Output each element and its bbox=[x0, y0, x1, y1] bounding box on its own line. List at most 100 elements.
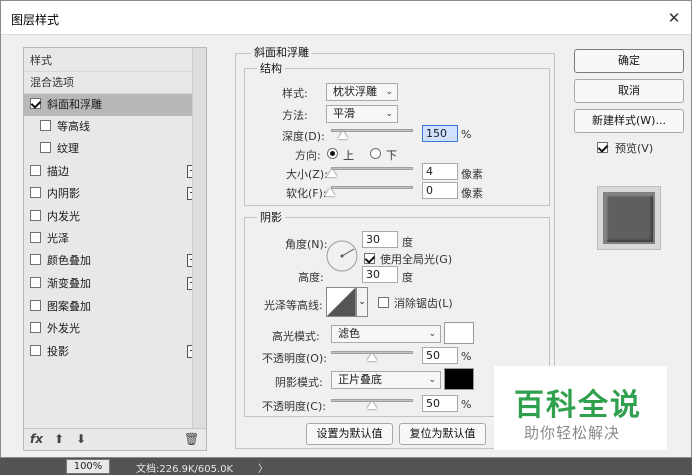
highlight-opacity-unit: % bbox=[461, 350, 472, 363]
cancel-button[interactable]: 取消 bbox=[574, 79, 684, 103]
size-slider-thumb[interactable] bbox=[327, 169, 337, 177]
style-item-pattern-overlay[interactable]: 图案叠加 bbox=[24, 296, 206, 318]
reset-default-button[interactable]: 复位为默认值 bbox=[399, 423, 486, 445]
checkbox-icon[interactable] bbox=[30, 165, 41, 176]
gloss-contour-preview[interactable] bbox=[326, 287, 356, 317]
preview-label[interactable]: 预览(V) bbox=[615, 140, 653, 156]
gloss-contour-label: 光泽等高线: bbox=[264, 299, 323, 312]
altitude-input[interactable]: 30 bbox=[362, 266, 398, 283]
checkbox-icon[interactable] bbox=[30, 300, 41, 311]
trash-icon[interactable]: 🗑 bbox=[184, 432, 199, 446]
blending-options[interactable]: 混合选项 bbox=[24, 72, 206, 94]
shadow-opacity-thumb[interactable] bbox=[367, 401, 377, 409]
style-item-label: 光泽 bbox=[47, 232, 69, 245]
style-item-gradient-overlay[interactable]: 渐变叠加 + bbox=[24, 273, 206, 295]
style-list-scrollbar[interactable] bbox=[192, 48, 206, 428]
style-item-label: 斜面和浮雕 bbox=[47, 98, 102, 111]
style-item-bevel-emboss[interactable]: 斜面和浮雕 bbox=[24, 94, 206, 116]
checkbox-icon[interactable] bbox=[40, 142, 51, 153]
direction-down-radio[interactable] bbox=[370, 148, 381, 159]
size-label: 大小(Z): bbox=[286, 168, 328, 181]
global-light-checkbox[interactable] bbox=[364, 253, 375, 264]
direction-up-radio[interactable] bbox=[327, 148, 338, 159]
angle-input[interactable]: 30 bbox=[362, 231, 398, 248]
technique-select[interactable]: 平滑 ⌄ bbox=[326, 105, 398, 123]
style-item-outer-glow[interactable]: 外发光 bbox=[24, 318, 206, 340]
watermark-logo: 百科全说 助你轻松解决 bbox=[494, 366, 667, 450]
soften-slider-thumb[interactable] bbox=[325, 188, 335, 196]
arrow-down-icon[interactable]: ⬇ bbox=[76, 432, 86, 446]
checkbox-icon[interactable] bbox=[30, 98, 41, 109]
ok-button[interactable]: 确定 bbox=[574, 49, 684, 73]
soften-slider[interactable] bbox=[331, 186, 413, 189]
anti-aliased-checkbox[interactable] bbox=[378, 297, 389, 308]
global-light-label[interactable]: 使用全局光(G) bbox=[380, 251, 452, 267]
checkbox-icon[interactable] bbox=[30, 277, 41, 288]
style-item-satin[interactable]: 光泽 bbox=[24, 228, 206, 250]
preview-checkbox[interactable] bbox=[597, 142, 608, 153]
status-menu-arrow-icon[interactable]: 〉 bbox=[258, 460, 268, 475]
shading-title: 阴影 bbox=[257, 209, 285, 225]
style-item-color-overlay[interactable]: 颜色叠加 + bbox=[24, 250, 206, 272]
shadow-mode-select[interactable]: 正片叠底 ⌄ bbox=[331, 371, 441, 389]
depth-unit: % bbox=[461, 128, 472, 141]
style-item-label: 渐变叠加 bbox=[47, 277, 91, 290]
style-item-contour[interactable]: 等高线 bbox=[24, 116, 206, 138]
highlight-opacity-thumb[interactable] bbox=[367, 353, 377, 361]
style-item-label: 内发光 bbox=[47, 210, 80, 223]
styles-header[interactable]: 样式 bbox=[24, 50, 206, 72]
checkbox-icon[interactable] bbox=[40, 120, 51, 131]
direction-up-label[interactable]: 上 bbox=[343, 147, 354, 163]
new-style-button[interactable]: 新建样式(W)... bbox=[574, 109, 684, 133]
direction-label: 方向: bbox=[295, 149, 321, 162]
style-item-inner-glow[interactable]: 内发光 bbox=[24, 206, 206, 228]
style-item-inner-shadow[interactable]: 内阴影 + bbox=[24, 183, 206, 205]
angle-dial[interactable] bbox=[325, 239, 359, 273]
checkbox-icon[interactable] bbox=[30, 322, 41, 333]
close-icon[interactable]: ✕ bbox=[663, 7, 685, 29]
shadow-opacity-input[interactable]: 50 bbox=[422, 395, 458, 412]
style-item-texture[interactable]: 纹理 bbox=[24, 138, 206, 160]
style-item-label: 内阴影 bbox=[47, 187, 80, 200]
watermark-subtitle: 助你轻松解决 bbox=[524, 424, 621, 442]
document-size: 文档:226.9K/605.0K bbox=[136, 464, 234, 475]
style-list-toolbar: fx ⬆ ⬇ 🗑 bbox=[24, 428, 206, 450]
chevron-down-icon[interactable]: ⌄ bbox=[356, 287, 368, 317]
size-input[interactable]: 4 bbox=[422, 163, 458, 180]
zoom-field[interactable]: 100% bbox=[66, 459, 110, 474]
soften-input[interactable]: 0 bbox=[422, 182, 458, 199]
highlight-opacity-input[interactable]: 50 bbox=[422, 347, 458, 364]
size-unit: 像素 bbox=[461, 168, 483, 181]
fx-icon[interactable]: fx bbox=[30, 432, 43, 446]
shadow-mode-value: 正片叠底 bbox=[338, 373, 382, 386]
chevron-down-icon: ⌄ bbox=[428, 375, 436, 385]
checkbox-icon[interactable] bbox=[30, 254, 41, 265]
bevel-style-select[interactable]: 枕状浮雕 ⌄ bbox=[326, 83, 398, 101]
checkbox-icon[interactable] bbox=[30, 210, 41, 221]
shadow-color-swatch[interactable] bbox=[444, 368, 474, 390]
style-item-stroke[interactable]: 描边 + bbox=[24, 161, 206, 183]
direction-down-label[interactable]: 下 bbox=[386, 147, 397, 163]
arrow-up-icon[interactable]: ⬆ bbox=[54, 432, 64, 446]
highlight-opacity-label: 不透明度(O): bbox=[262, 352, 327, 365]
make-default-button[interactable]: 设置为默认值 bbox=[306, 423, 393, 445]
depth-input[interactable]: 150 bbox=[422, 125, 458, 142]
anti-aliased-label[interactable]: 消除锯齿(L) bbox=[394, 295, 453, 311]
soften-unit: 像素 bbox=[461, 187, 483, 200]
bevel-emboss-title: 斜面和浮雕 bbox=[251, 44, 312, 60]
style-preview-swatch bbox=[603, 192, 655, 244]
style-item-label: 颜色叠加 bbox=[47, 254, 91, 267]
contour-curve-icon bbox=[327, 288, 355, 316]
checkbox-icon[interactable] bbox=[30, 345, 41, 356]
style-item-drop-shadow[interactable]: 投影 + bbox=[24, 341, 206, 363]
checkbox-icon[interactable] bbox=[30, 187, 41, 198]
depth-slider-thumb[interactable] bbox=[338, 131, 348, 139]
highlight-mode-value: 滤色 bbox=[338, 327, 360, 340]
highlight-mode-select[interactable]: 滤色 ⌄ bbox=[331, 325, 441, 343]
checkbox-icon[interactable] bbox=[30, 232, 41, 243]
highlight-color-swatch[interactable] bbox=[444, 322, 474, 344]
shadow-opacity-label: 不透明度(C): bbox=[262, 400, 326, 413]
style-item-label: 等高线 bbox=[57, 120, 90, 133]
size-slider[interactable] bbox=[331, 167, 413, 170]
angle-unit: 度 bbox=[402, 236, 413, 249]
